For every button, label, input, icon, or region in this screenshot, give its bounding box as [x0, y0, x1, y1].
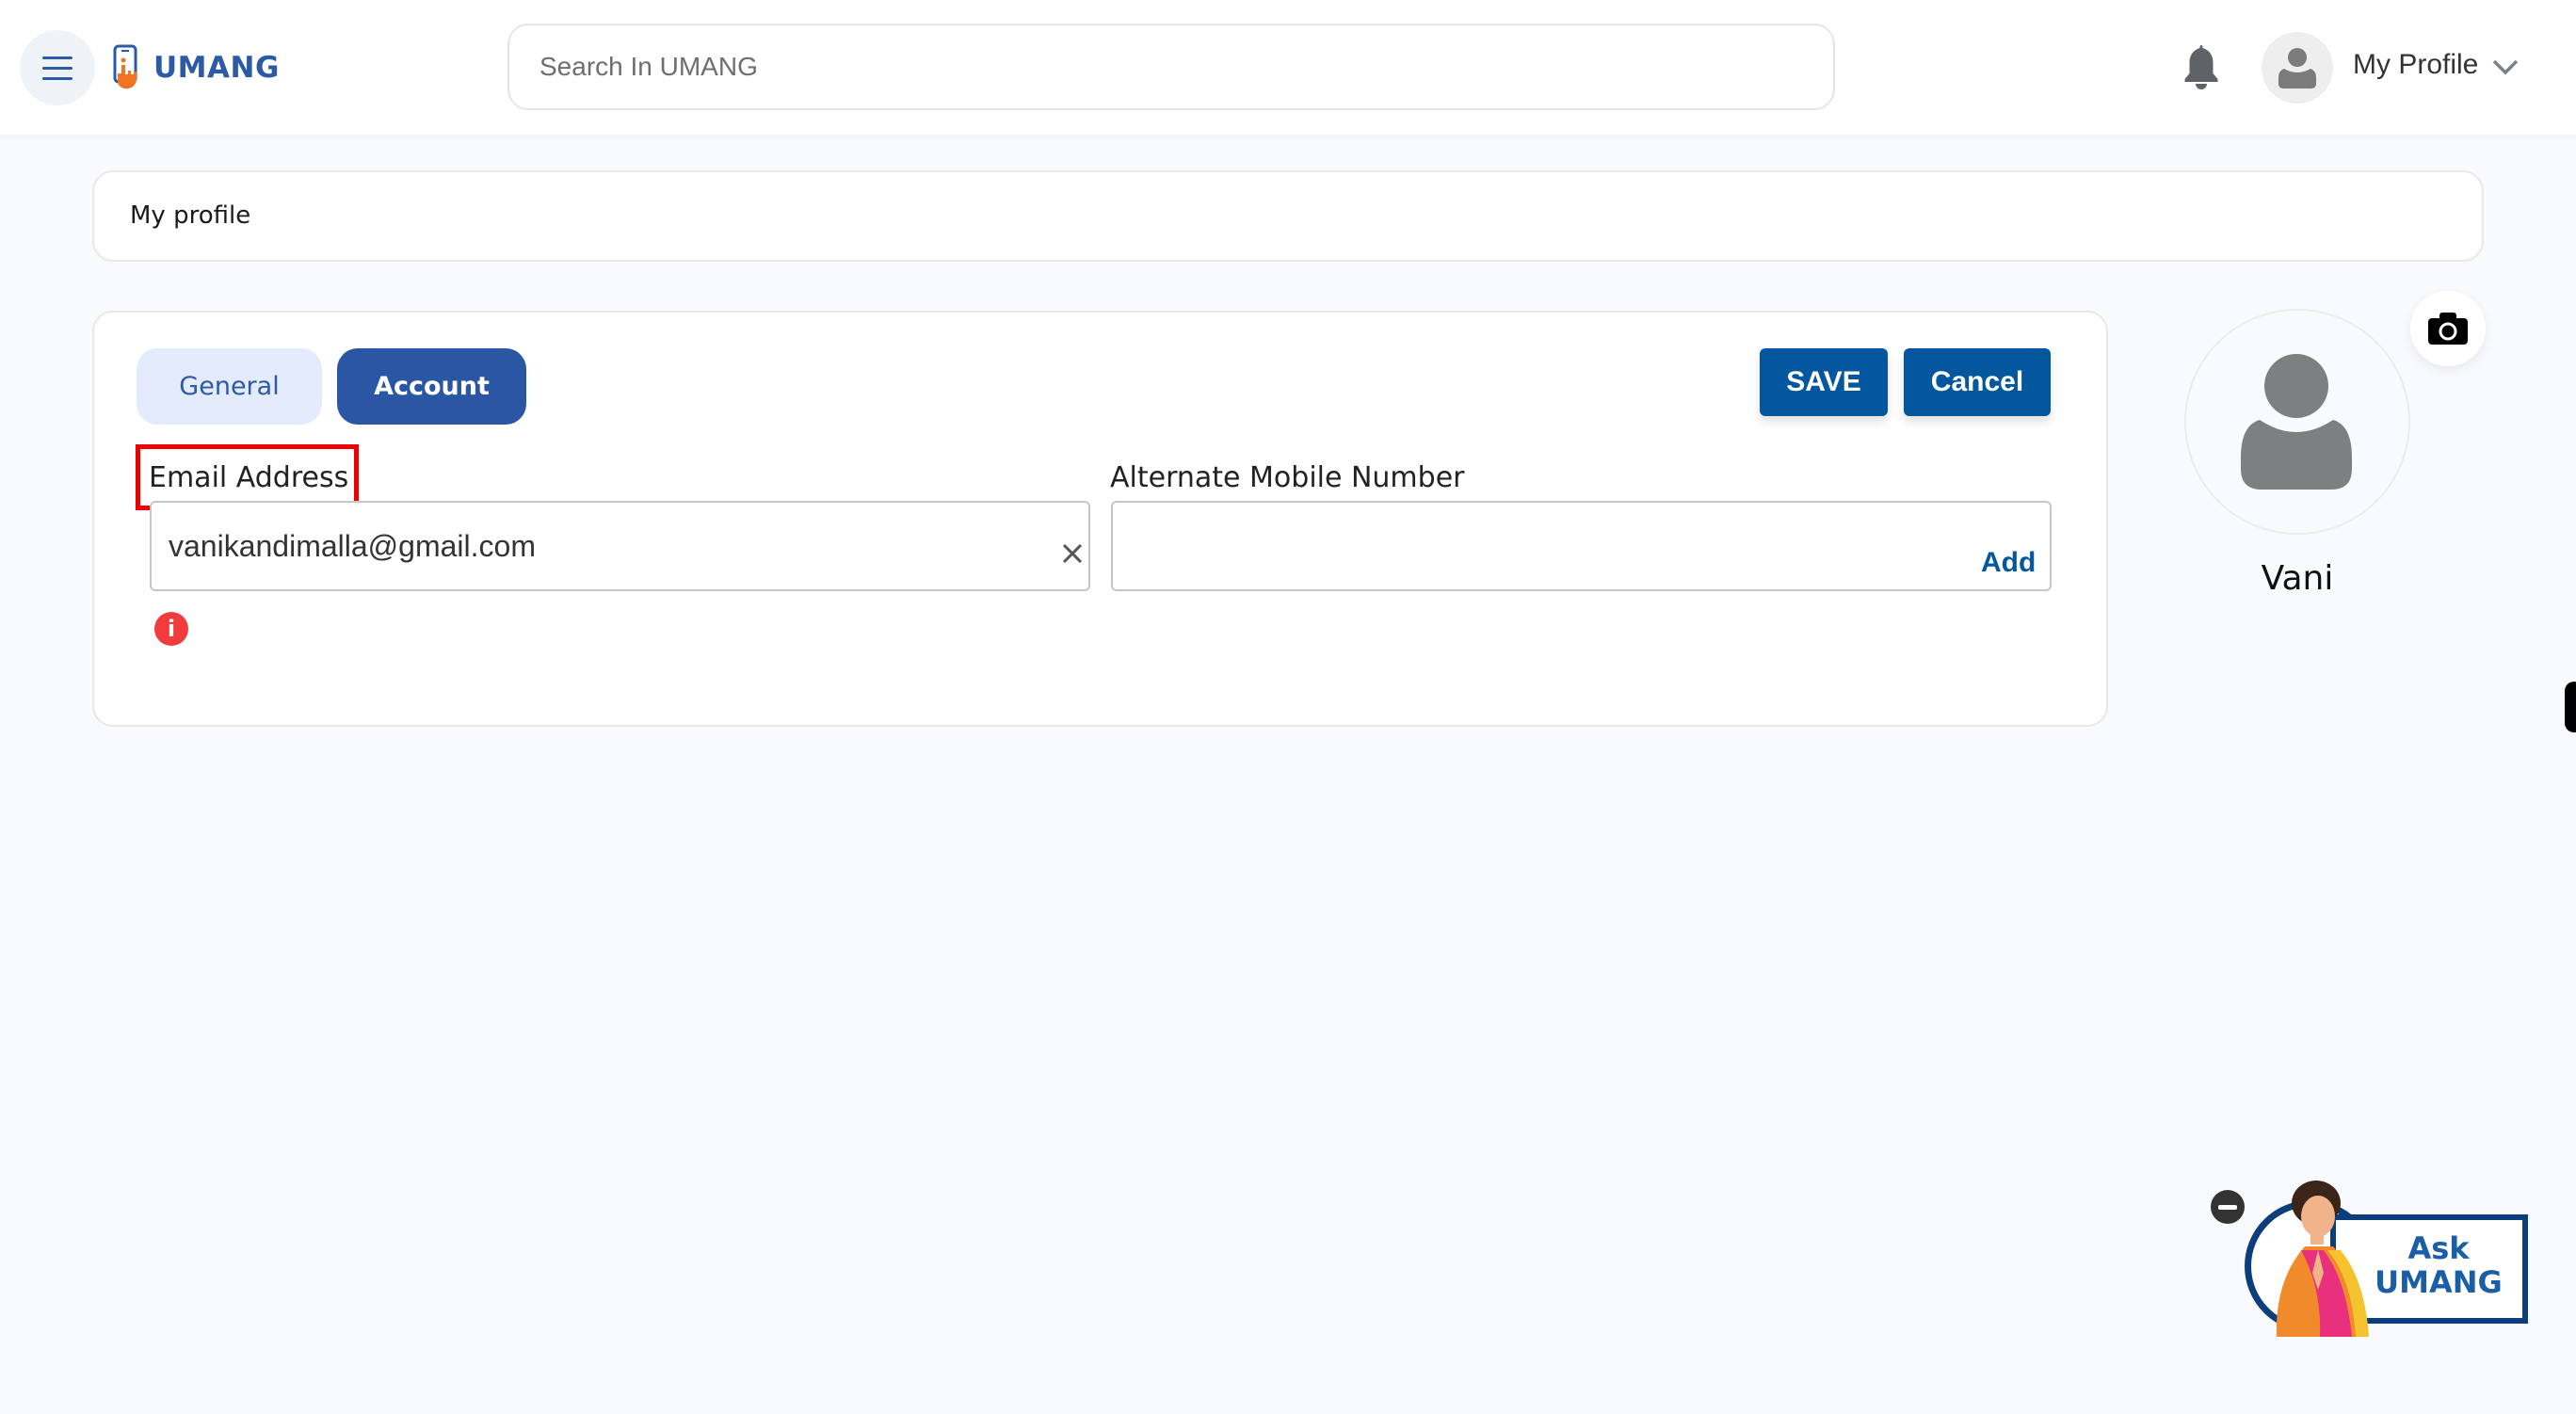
- hamburger-icon: [42, 53, 72, 84]
- search-input[interactable]: [509, 25, 1833, 108]
- page-title-card: [92, 170, 2484, 262]
- assistant-label[interactable]: Ask UMANG: [2354, 1231, 2523, 1299]
- search-box[interactable]: [507, 24, 1835, 110]
- umang-logo-icon: [113, 44, 137, 88]
- page-title: My profile: [130, 201, 251, 230]
- profile-avatar: [2184, 309, 2410, 535]
- clear-email-button[interactable]: [1058, 539, 1087, 568]
- close-icon: [1062, 543, 1083, 564]
- chevron-down-icon: [2492, 59, 2519, 75]
- notification-button[interactable]: [2182, 43, 2221, 92]
- minus-icon: [2218, 1204, 2237, 1210]
- assistant-label-line1: Ask: [2407, 1230, 2470, 1266]
- change-photo-button[interactable]: [2410, 291, 2486, 366]
- info-icon[interactable]: i: [154, 612, 188, 646]
- add-mobile-link[interactable]: Add: [1981, 547, 2036, 579]
- menu-button[interactable]: [20, 30, 95, 105]
- alternate-mobile-input[interactable]: [1113, 503, 2050, 589]
- side-drawer-handle[interactable]: [2565, 682, 2576, 732]
- save-button[interactable]: SAVE: [1760, 348, 1888, 416]
- email-field[interactable]: [150, 501, 1090, 591]
- email-input[interactable]: [152, 503, 1088, 589]
- cancel-button[interactable]: Cancel: [1904, 348, 2051, 416]
- user-icon: [2278, 48, 2316, 88]
- assistant-label-line2: UMANG: [2375, 1264, 2503, 1300]
- minimize-assistant-button[interactable]: [2211, 1190, 2245, 1224]
- camera-icon: [2428, 313, 2468, 345]
- header-avatar[interactable]: [2262, 32, 2333, 104]
- bell-icon: [2184, 45, 2218, 89]
- user-icon: [2241, 354, 2352, 490]
- email-label: Email Address: [149, 461, 349, 494]
- umang-logo[interactable]: UMANG: [112, 41, 280, 94]
- tab-general[interactable]: General: [137, 348, 322, 425]
- logo-text: UMANG: [153, 51, 280, 85]
- alternate-mobile-label: Alternate Mobile Number: [1110, 461, 1465, 494]
- profile-dropdown-toggle[interactable]: [2491, 56, 2520, 77]
- my-profile-menu[interactable]: My Profile: [2353, 49, 2478, 81]
- tab-account[interactable]: Account: [337, 348, 526, 425]
- profile-name: Vani: [2261, 559, 2334, 598]
- alternate-mobile-field[interactable]: [1111, 501, 2052, 591]
